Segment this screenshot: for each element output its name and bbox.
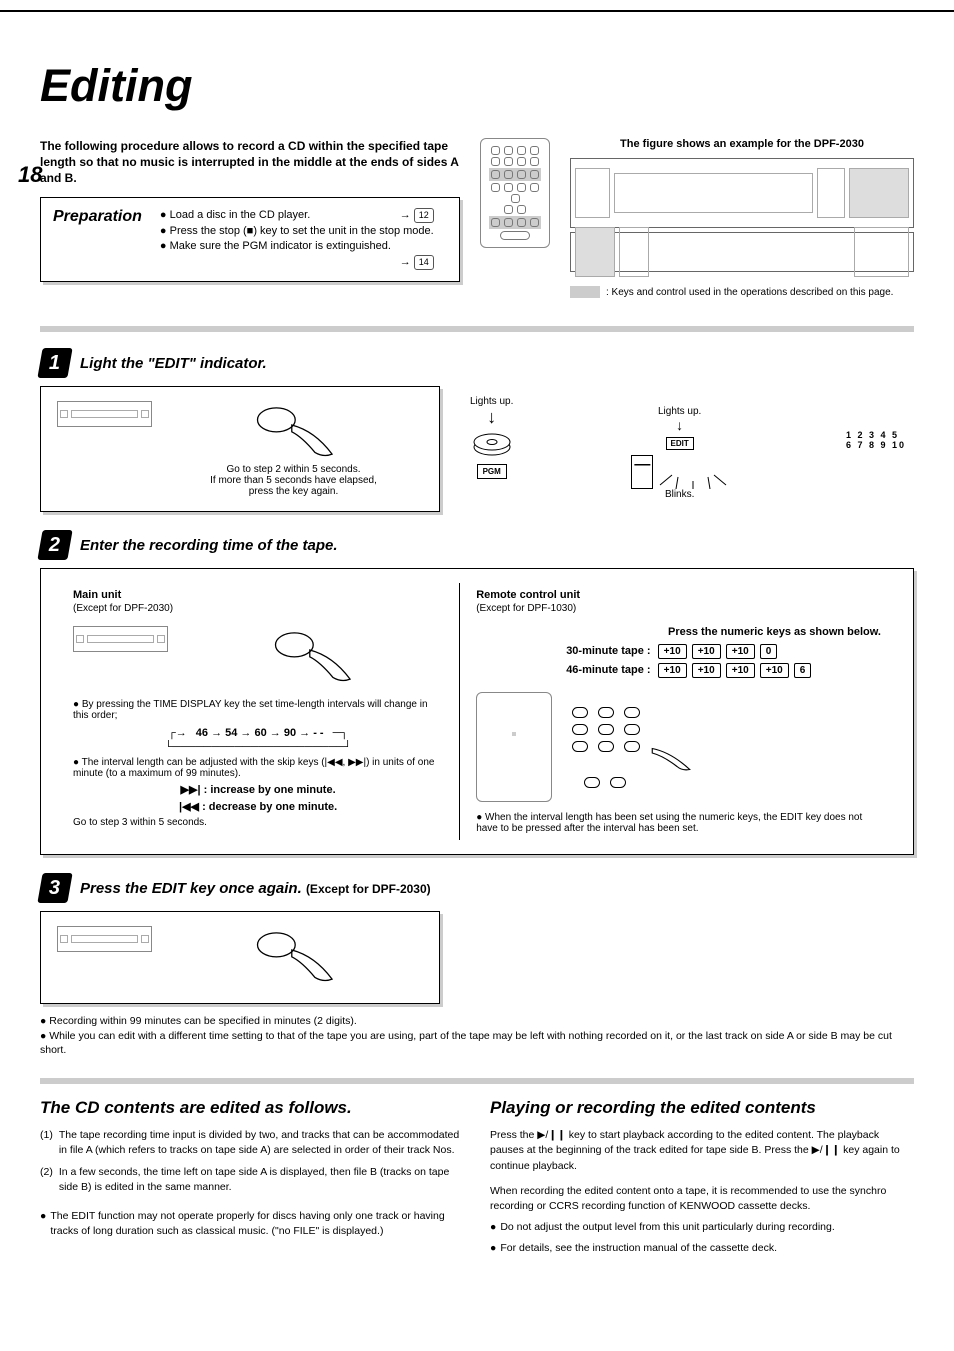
device-diagram-2 (73, 626, 168, 652)
step-3-panel (40, 911, 440, 1004)
track-row-1: 1 2 3 4 5 (846, 430, 906, 440)
remote-unit-head: Remote control unit (476, 589, 881, 601)
step-1-title: Light the "EDIT" indicator. (80, 355, 267, 372)
blinks-label: Blinks. (523, 489, 836, 500)
player-diagram (570, 158, 914, 228)
step-2-number: 2 (37, 530, 72, 560)
playing-p2: When recording the edited content onto a… (490, 1184, 914, 1214)
step-2-panel: Main unit (Except for DPF-2030) ● By pre… (40, 568, 914, 855)
intro-text: The following procedure allows to record… (40, 138, 460, 187)
step-1-panel: Go to step 2 within 5 seconds. If more t… (40, 386, 440, 512)
disc-icon (472, 428, 512, 456)
skip-note: The interval length can be adjusted with… (73, 757, 434, 779)
playing-title: Playing or recording the edited contents (490, 1098, 914, 1118)
list-number: (2) (40, 1165, 53, 1195)
preparation-title: Preparation (53, 208, 142, 226)
player-diagram-2 (570, 232, 914, 272)
step-1-number: 1 (37, 348, 72, 378)
playing-bullet-1: Do not adjust the output level from this… (500, 1220, 834, 1235)
step-3-title: Press the EDIT key once again. (Except f… (80, 880, 431, 897)
list-number: (1) (40, 1128, 53, 1158)
decrease-label: |◀◀ : decrease by one minute. (73, 800, 443, 813)
keycap: +10 (658, 644, 687, 659)
seg-display: ⎺ (631, 455, 653, 489)
page-title: Editing (40, 60, 914, 112)
footnote-1: Recording within 99 minutes can be speci… (49, 1015, 357, 1027)
prep-item-1: Load a disc in the CD player. (170, 209, 311, 221)
numeric-keypad (572, 707, 696, 788)
hand-icon-3 (646, 741, 696, 771)
display-diagram: Lights up. ↓ PGM Lights up. ↓ EDIT ⎺ B (470, 396, 906, 500)
hand-icon-4 (246, 926, 341, 986)
main-unit-head: Main unit (73, 589, 443, 601)
figure-caption: The figure shows an example for the DPF-… (570, 138, 914, 150)
sequence: 46 → 54 → 60 → 90 → - - (190, 725, 330, 741)
ex46-label: 46-minute tape (566, 664, 644, 676)
numeric-instruction: Press the numeric keys as shown below. (476, 626, 881, 638)
device-diagram (57, 401, 152, 427)
page-number: 18 (18, 162, 42, 188)
main-unit-sub: (Except for DPF-2030) (73, 603, 443, 614)
step-2-title: Enter the recording time of the tape. (80, 537, 338, 554)
cd-contents-title: The CD contents are edited as follows. (40, 1098, 464, 1118)
edit-key-note: When the interval length has been set us… (476, 812, 862, 834)
playing-p1: Press the ▶/❙❙ key to start playback acc… (490, 1128, 914, 1174)
step-3-number: 3 (37, 873, 72, 903)
goto-step-3: Go to step 3 within 5 seconds. (73, 817, 443, 828)
keycap: 0 (760, 644, 778, 659)
time-display-note: By pressing the TIME DISPLAY key the set… (73, 699, 428, 721)
ex30-label: 30-minute tape (566, 645, 644, 657)
lights-up-right: Lights up. (523, 406, 836, 417)
playing-bullet-2: For details, see the instruction manual … (500, 1241, 777, 1256)
device-diagram-3 (57, 926, 152, 952)
keycap: +10 (726, 663, 755, 678)
prep-item-3: Make sure the PGM indicator is extinguis… (170, 240, 391, 252)
keycap: +10 (726, 644, 755, 659)
lights-up-left: Lights up. (470, 396, 513, 407)
step-3-note: (Except for DPF-2030) (306, 882, 431, 896)
keycap: +10 (760, 663, 789, 678)
page-ref-14: 14 (414, 255, 434, 270)
keycap: 6 (794, 663, 812, 678)
page-ref-12: 12 (414, 208, 434, 223)
edit-indicator: EDIT (666, 437, 694, 450)
blink-icon (658, 455, 728, 489)
step-1-caption: Go to step 2 within 5 seconds. If more t… (164, 464, 423, 497)
legend-swatch (570, 286, 600, 298)
increase-label: ▶▶| : increase by one minute. (73, 783, 443, 796)
footnote-2: While you can edit with a different time… (40, 1030, 892, 1057)
cd-item-2: In a few seconds, the time left on tape … (59, 1165, 464, 1195)
legend-text: : Keys and control used in the operation… (606, 287, 893, 298)
keycap: +10 (692, 644, 721, 659)
edit-warning: The EDIT function may not operate proper… (50, 1209, 464, 1239)
keycap: +10 (692, 663, 721, 678)
hand-icon-2 (264, 626, 359, 686)
track-row-2: 6 7 8 9 10 (846, 440, 906, 450)
preparation-box: Preparation ● Load a disc in the CD play… (40, 197, 460, 283)
pgm-indicator: PGM (477, 464, 507, 479)
hand-icon (246, 401, 341, 461)
remote-diagram-2 (476, 692, 552, 802)
cd-item-1: The tape recording time input is divided… (59, 1128, 464, 1158)
keycap: +10 (658, 663, 687, 678)
remote-unit-sub: (Except for DPF-1030) (476, 603, 881, 614)
prep-item-2: Press the stop (■) key to set the unit i… (170, 225, 434, 237)
remote-diagram (480, 138, 550, 248)
